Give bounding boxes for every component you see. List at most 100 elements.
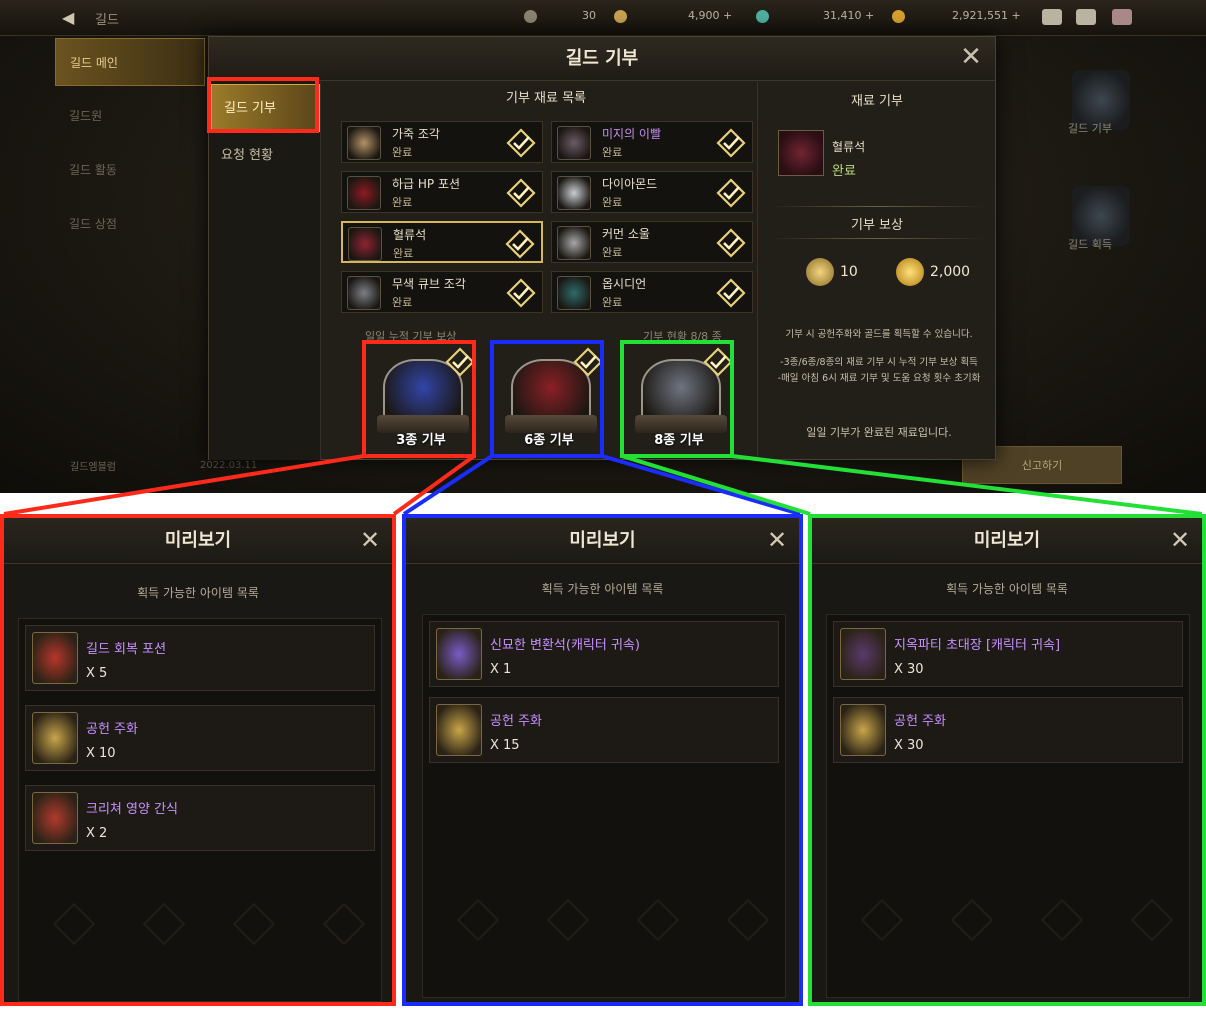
- material-status: 완료: [392, 196, 413, 209]
- preview-panel-8: 미리보기 ✕ 획득 가능한 아이템 목록 지옥파티 초대장 [캐릭터 귀속] X …: [808, 514, 1206, 1006]
- nav-guild-members[interactable]: 길드원: [55, 92, 205, 140]
- donate-panel: 재료 기부 혈류석 완료 기부 보상 10 2,000 기부 시 공헌주화와 골…: [757, 82, 995, 460]
- modal-title: 길드 기부: [209, 37, 995, 81]
- currency-1: 30: [582, 9, 596, 22]
- check-icon: [505, 229, 535, 259]
- material-icon: [557, 226, 591, 260]
- check-icon: [716, 228, 746, 258]
- check-icon: [506, 278, 536, 308]
- nav-guild-shop[interactable]: 길드 상점: [55, 200, 205, 248]
- reward-chest[interactable]: 3종 기부: [367, 345, 475, 453]
- check-icon: [506, 178, 536, 208]
- chest-label: 8종 기부: [654, 433, 704, 448]
- material-status: 완료: [602, 196, 623, 209]
- gold-coin-icon: [896, 258, 924, 286]
- reward-gold-value: 2,000: [930, 264, 971, 280]
- top-bar: ◀ 길드 30 4,900 + 31,410 + 2,921,551 +: [0, 0, 1206, 36]
- guild-emblem-label[interactable]: 길드엠블럼: [70, 458, 116, 473]
- material-icon: [557, 176, 591, 210]
- guild-side-nav: 길드 메인 길드원 길드 활동 길드 상점: [55, 38, 205, 254]
- close-icon[interactable]: ✕: [955, 41, 987, 73]
- donation-progress-label: 기부 현황 8/8 종: [643, 330, 722, 343]
- currency-4[interactable]: 2,921,551 +: [952, 9, 1021, 22]
- daily-reward-label: 일일 누적 기부 보상: [365, 330, 457, 343]
- tab-highlight-box: [207, 77, 319, 133]
- material-icon: [347, 126, 381, 160]
- reward-chest[interactable]: 6종 기부: [495, 345, 603, 453]
- currency-2[interactable]: 4,900 +: [688, 9, 732, 22]
- nav-guild-main[interactable]: 길드 메인: [55, 38, 205, 86]
- material-name: 혈류석: [393, 228, 427, 242]
- note-cumulative: -3종/6종/8종의 재료 기부 시 누적 기부 보상 획득: [780, 357, 978, 368]
- material-name: 다이아몬드: [602, 177, 658, 191]
- chest-label: 6종 기부: [524, 433, 574, 448]
- guild-date: 2022.03.11: [200, 460, 258, 471]
- completed-text: 일일 기부가 완료된 재료입니다.: [806, 426, 952, 439]
- note-reset: -매일 아침 6시 재료 기부 및 도움 요청 횟수 초기화: [777, 373, 981, 384]
- modal-tabs: 길드 기부 요청 현황: [209, 82, 321, 460]
- material-status: 완료: [392, 296, 413, 309]
- check-icon: [506, 128, 536, 158]
- material-status: 완료: [602, 246, 623, 259]
- preview-panel-6: 미리보기 ✕ 획득 가능한 아이템 목록 신묘한 변환석(캐릭터 귀속) X 1공…: [402, 514, 803, 1006]
- material-slot[interactable]: 미지의 이빨완료: [551, 121, 753, 163]
- check-icon: [716, 128, 746, 158]
- mail-icon[interactable]: [1076, 9, 1096, 25]
- material-slot[interactable]: 커먼 소울완료: [551, 221, 753, 263]
- material-icon: [347, 276, 381, 310]
- stone-icon: [524, 10, 537, 23]
- material-icon: [557, 276, 591, 310]
- back-arrow-icon[interactable]: ◀: [62, 8, 74, 27]
- check-icon: [716, 178, 746, 208]
- check-icon: [445, 347, 475, 377]
- material-slot[interactable]: 다이아몬드완료: [551, 171, 753, 213]
- reward-contribution-value: 10: [840, 264, 858, 280]
- material-name: 옵시디언: [602, 277, 647, 291]
- divider: [770, 206, 984, 207]
- reward-title: 기부 보상: [851, 218, 903, 233]
- nav-guild-activity[interactable]: 길드 활동: [55, 146, 205, 194]
- donate-title: 재료 기부: [851, 94, 903, 109]
- chat-icon[interactable]: [1112, 9, 1132, 25]
- gem-icon: [756, 10, 769, 23]
- preview-frame: [402, 514, 803, 1006]
- material-slot[interactable]: 가죽 조각완료: [341, 121, 543, 163]
- material-status: 완료: [602, 146, 623, 159]
- preview-panel-3: 미리보기 ✕ 획득 가능한 아이템 목록 길드 회복 포션 X 5 공헌 주화 X 1…: [0, 514, 396, 1006]
- material-icon: [557, 126, 591, 160]
- tab-request-status[interactable]: 요청 현황: [209, 132, 320, 180]
- material-slot[interactable]: 무색 큐브 조각완료: [341, 271, 543, 313]
- material-slot[interactable]: 혈류석 완료: [341, 221, 543, 263]
- game-screen: ◀ 길드 30 4,900 + 31,410 + 2,921,551 + 길드 …: [0, 0, 1206, 493]
- material-name: 무색 큐브 조각: [392, 277, 466, 291]
- material-icon: [348, 227, 382, 261]
- material-status: 완료: [392, 146, 413, 159]
- preview-frame: [808, 514, 1206, 1006]
- material-slot[interactable]: 하급 HP 포션완료: [341, 171, 543, 213]
- material-slot[interactable]: 옵시디언 완료: [551, 271, 753, 313]
- chest-label: 3종 기부: [396, 433, 446, 448]
- back-label: 길드: [95, 13, 119, 28]
- crystal-currency-icon: [614, 10, 627, 23]
- note-rewards: 기부 시 공헌주화와 골드를 획득할 수 있습니다.: [785, 329, 973, 340]
- selected-material-name: 혈류석: [832, 140, 866, 154]
- contribution-coin-icon: [806, 258, 834, 286]
- check-icon: [573, 347, 603, 377]
- material-icon: [347, 176, 381, 210]
- bag-icon[interactable]: [1042, 9, 1062, 25]
- material-name: 미지의 이빨: [602, 127, 662, 141]
- preview-frame: [0, 514, 396, 1006]
- material-name: 하급 HP 포션: [392, 177, 461, 191]
- bloodstone-icon: [778, 130, 824, 176]
- guild-donation-modal: 길드 기부 ✕ 길드 기부 요청 현황 기부 재료 목록 가죽 조각 완료 미지의 …: [207, 36, 996, 460]
- material-list-title: 기부 재료 목록: [505, 91, 587, 106]
- selected-material-status: 완료: [832, 164, 856, 179]
- bg-label-donate: 길드 기부: [1068, 122, 1112, 135]
- currency-3[interactable]: 31,410 +: [823, 9, 874, 22]
- divider: [770, 238, 984, 239]
- reward-chest[interactable]: 8종 기부: [625, 345, 733, 453]
- material-name: 커먼 소울: [602, 227, 650, 241]
- background-guild-menu: 길드 기부 길드 획득: [1000, 60, 1200, 460]
- material-name: 가죽 조각: [392, 127, 440, 141]
- check-icon: [703, 347, 733, 377]
